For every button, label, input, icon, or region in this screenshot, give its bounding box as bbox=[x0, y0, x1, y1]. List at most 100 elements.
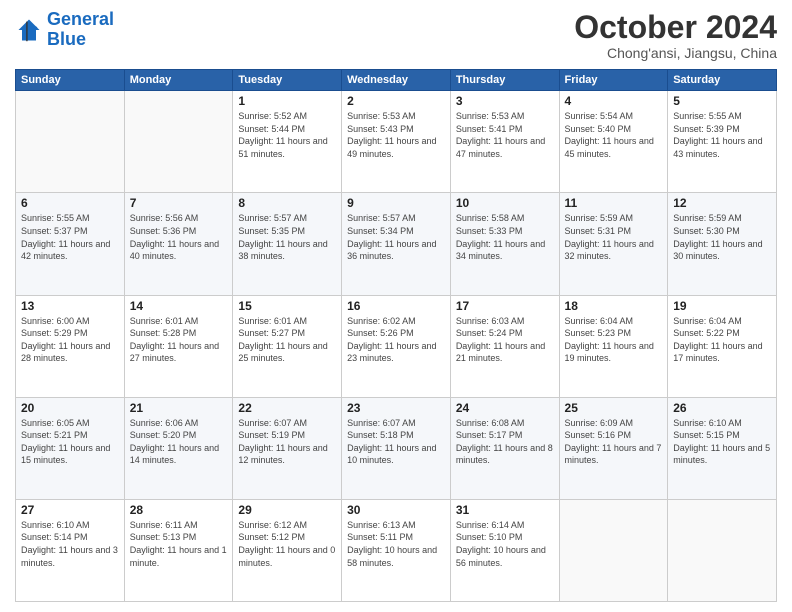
calendar-cell-w3-d1: 13Sunrise: 6:00 AMSunset: 5:29 PMDayligh… bbox=[16, 295, 125, 397]
col-wednesday: Wednesday bbox=[342, 70, 451, 91]
day-detail: Sunrise: 5:56 AMSunset: 5:36 PMDaylight:… bbox=[130, 212, 228, 262]
day-detail: Sunrise: 6:12 AMSunset: 5:12 PMDaylight:… bbox=[238, 519, 336, 569]
day-detail: Sunrise: 6:10 AMSunset: 5:15 PMDaylight:… bbox=[673, 417, 771, 467]
day-detail: Sunrise: 5:53 AMSunset: 5:43 PMDaylight:… bbox=[347, 110, 445, 160]
day-number: 22 bbox=[238, 401, 336, 415]
day-detail: Sunrise: 6:07 AMSunset: 5:18 PMDaylight:… bbox=[347, 417, 445, 467]
calendar-cell-w5-d4: 30Sunrise: 6:13 AMSunset: 5:11 PMDayligh… bbox=[342, 499, 451, 601]
day-number: 9 bbox=[347, 196, 445, 210]
day-detail: Sunrise: 6:03 AMSunset: 5:24 PMDaylight:… bbox=[456, 315, 554, 365]
day-number: 7 bbox=[130, 196, 228, 210]
calendar-cell-w5-d5: 31 Sunrise: 6:14 AMSunset: 5:10 PMDayligh… bbox=[450, 499, 559, 601]
logo-text: General Blue bbox=[47, 10, 114, 50]
day-number: 25 bbox=[565, 401, 663, 415]
col-tuesday: Tuesday bbox=[233, 70, 342, 91]
calendar-cell-w4-d7: 26 Sunrise: 6:10 AMSunset: 5:15 PMDayligh… bbox=[668, 397, 777, 499]
day-number: 8 bbox=[238, 196, 336, 210]
day-detail: Sunrise: 6:01 AMSunset: 5:28 PMDaylight:… bbox=[130, 315, 228, 365]
logo: General Blue bbox=[15, 10, 114, 50]
col-sunday: Sunday bbox=[16, 70, 125, 91]
day-number: 11 bbox=[565, 196, 663, 210]
calendar-cell-w5-d6 bbox=[559, 499, 668, 601]
calendar-cell-w3-d6: 18Sunrise: 6:04 AMSunset: 5:23 PMDayligh… bbox=[559, 295, 668, 397]
title-block: October 2024 Chong'ansi, Jiangsu, China bbox=[574, 10, 777, 61]
day-number: 3 bbox=[456, 94, 554, 108]
calendar-cell-w4-d6: 25 Sunrise: 6:09 AMSunset: 5:16 PMDayligh… bbox=[559, 397, 668, 499]
day-number: 30 bbox=[347, 503, 445, 517]
calendar-cell-w2-d5: 10 Sunrise: 5:58 AMSunset: 5:33 PMDayligh… bbox=[450, 193, 559, 295]
day-detail: Sunrise: 5:59 AMSunset: 5:30 PMDaylight:… bbox=[673, 212, 771, 262]
day-number: 28 bbox=[130, 503, 228, 517]
day-number: 17 bbox=[456, 299, 554, 313]
calendar-table: Sunday Monday Tuesday Wednesday Thursday… bbox=[15, 69, 777, 602]
page: General Blue October 2024 Chong'ansi, Ji… bbox=[0, 0, 792, 612]
day-number: 31 bbox=[456, 503, 554, 517]
day-number: 15 bbox=[238, 299, 336, 313]
calendar-cell-w4-d5: 24 Sunrise: 6:08 AMSunset: 5:17 PMDayligh… bbox=[450, 397, 559, 499]
calendar-cell-w2-d1: 6Sunrise: 5:55 AMSunset: 5:37 PMDaylight… bbox=[16, 193, 125, 295]
calendar-cell-w2-d6: 11 Sunrise: 5:59 AMSunset: 5:31 PMDayligh… bbox=[559, 193, 668, 295]
day-detail: Sunrise: 6:06 AMSunset: 5:20 PMDaylight:… bbox=[130, 417, 228, 467]
calendar-cell-w4-d3: 22Sunrise: 6:07 AMSunset: 5:19 PMDayligh… bbox=[233, 397, 342, 499]
day-detail: Sunrise: 5:57 AMSunset: 5:34 PMDaylight:… bbox=[347, 212, 445, 262]
day-detail: Sunrise: 6:08 AMSunset: 5:17 PMDaylight:… bbox=[456, 417, 554, 467]
calendar-cell-w1-d3: 1 Sunrise: 5:52 AMSunset: 5:44 PMDaylight… bbox=[233, 91, 342, 193]
month-title: October 2024 bbox=[574, 10, 777, 45]
day-detail: Sunrise: 6:04 AMSunset: 5:23 PMDaylight:… bbox=[565, 315, 663, 365]
logo-line2: Blue bbox=[47, 29, 86, 49]
calendar-cell-w5-d7 bbox=[668, 499, 777, 601]
calendar-cell-w5-d3: 29 Sunrise: 6:12 AMSunset: 5:12 PMDayligh… bbox=[233, 499, 342, 601]
day-number: 4 bbox=[565, 94, 663, 108]
calendar-cell-w3-d4: 16 Sunrise: 6:02 AMSunset: 5:26 PMDayligh… bbox=[342, 295, 451, 397]
day-detail: Sunrise: 6:09 AMSunset: 5:16 PMDaylight:… bbox=[565, 417, 663, 467]
logo-line1: General bbox=[47, 9, 114, 29]
calendar-header-row: Sunday Monday Tuesday Wednesday Thursday… bbox=[16, 70, 777, 91]
logo-icon bbox=[15, 16, 43, 44]
day-number: 16 bbox=[347, 299, 445, 313]
calendar-cell-w5-d2: 28 Sunrise: 6:11 AMSunset: 5:13 PMDayligh… bbox=[124, 499, 233, 601]
day-number: 10 bbox=[456, 196, 554, 210]
day-number: 5 bbox=[673, 94, 771, 108]
calendar-cell-w2-d3: 8 Sunrise: 5:57 AMSunset: 5:35 PMDaylight… bbox=[233, 193, 342, 295]
calendar-cell-w1-d4: 2 Sunrise: 5:53 AMSunset: 5:43 PMDaylight… bbox=[342, 91, 451, 193]
day-detail: Sunrise: 5:53 AMSunset: 5:41 PMDaylight:… bbox=[456, 110, 554, 160]
calendar-cell-w4-d4: 23 Sunrise: 6:07 AMSunset: 5:18 PMDayligh… bbox=[342, 397, 451, 499]
day-detail: Sunrise: 5:57 AMSunset: 5:35 PMDaylight:… bbox=[238, 212, 336, 262]
day-number: 26 bbox=[673, 401, 771, 415]
day-detail: Sunrise: 5:54 AMSunset: 5:40 PMDaylight:… bbox=[565, 110, 663, 160]
calendar-week-3: 13Sunrise: 6:00 AMSunset: 5:29 PMDayligh… bbox=[16, 295, 777, 397]
col-friday: Friday bbox=[559, 70, 668, 91]
day-detail: Sunrise: 6:14 AMSunset: 5:10 PMDaylight:… bbox=[456, 519, 554, 569]
day-number: 20 bbox=[21, 401, 119, 415]
day-detail: Sunrise: 6:01 AMSunset: 5:27 PMDaylight:… bbox=[238, 315, 336, 365]
day-detail: Sunrise: 6:05 AMSunset: 5:21 PMDaylight:… bbox=[21, 417, 119, 467]
day-number: 21 bbox=[130, 401, 228, 415]
day-number: 2 bbox=[347, 94, 445, 108]
calendar-cell-w5-d1: 27Sunrise: 6:10 AMSunset: 5:14 PMDayligh… bbox=[16, 499, 125, 601]
day-detail: Sunrise: 5:58 AMSunset: 5:33 PMDaylight:… bbox=[456, 212, 554, 262]
location-subtitle: Chong'ansi, Jiangsu, China bbox=[574, 45, 777, 61]
day-detail: Sunrise: 6:02 AMSunset: 5:26 PMDaylight:… bbox=[347, 315, 445, 365]
calendar-cell-w3-d3: 15 Sunrise: 6:01 AMSunset: 5:27 PMDayligh… bbox=[233, 295, 342, 397]
col-thursday: Thursday bbox=[450, 70, 559, 91]
day-detail: Sunrise: 5:55 AMSunset: 5:39 PMDaylight:… bbox=[673, 110, 771, 160]
day-number: 24 bbox=[456, 401, 554, 415]
day-detail: Sunrise: 5:52 AMSunset: 5:44 PMDaylight:… bbox=[238, 110, 336, 160]
calendar-cell-w4-d1: 20 Sunrise: 6:05 AMSunset: 5:21 PMDayligh… bbox=[16, 397, 125, 499]
col-monday: Monday bbox=[124, 70, 233, 91]
day-number: 14 bbox=[130, 299, 228, 313]
calendar-cell-w2-d7: 12Sunrise: 5:59 AMSunset: 5:30 PMDayligh… bbox=[668, 193, 777, 295]
calendar-cell-w2-d4: 9 Sunrise: 5:57 AMSunset: 5:34 PMDaylight… bbox=[342, 193, 451, 295]
day-detail: Sunrise: 6:11 AMSunset: 5:13 PMDaylight:… bbox=[130, 519, 228, 569]
day-detail: Sunrise: 5:55 AMSunset: 5:37 PMDaylight:… bbox=[21, 212, 119, 262]
day-detail: Sunrise: 5:59 AMSunset: 5:31 PMDaylight:… bbox=[565, 212, 663, 262]
calendar-cell-w1-d5: 3 Sunrise: 5:53 AMSunset: 5:41 PMDaylight… bbox=[450, 91, 559, 193]
calendar-week-1: 1 Sunrise: 5:52 AMSunset: 5:44 PMDaylight… bbox=[16, 91, 777, 193]
day-number: 29 bbox=[238, 503, 336, 517]
calendar-week-4: 20 Sunrise: 6:05 AMSunset: 5:21 PMDayligh… bbox=[16, 397, 777, 499]
calendar-week-2: 6Sunrise: 5:55 AMSunset: 5:37 PMDaylight… bbox=[16, 193, 777, 295]
calendar-cell-w2-d2: 7 Sunrise: 5:56 AMSunset: 5:36 PMDaylight… bbox=[124, 193, 233, 295]
day-number: 23 bbox=[347, 401, 445, 415]
day-number: 1 bbox=[238, 94, 336, 108]
calendar-cell-w3-d5: 17 Sunrise: 6:03 AMSunset: 5:24 PMDayligh… bbox=[450, 295, 559, 397]
